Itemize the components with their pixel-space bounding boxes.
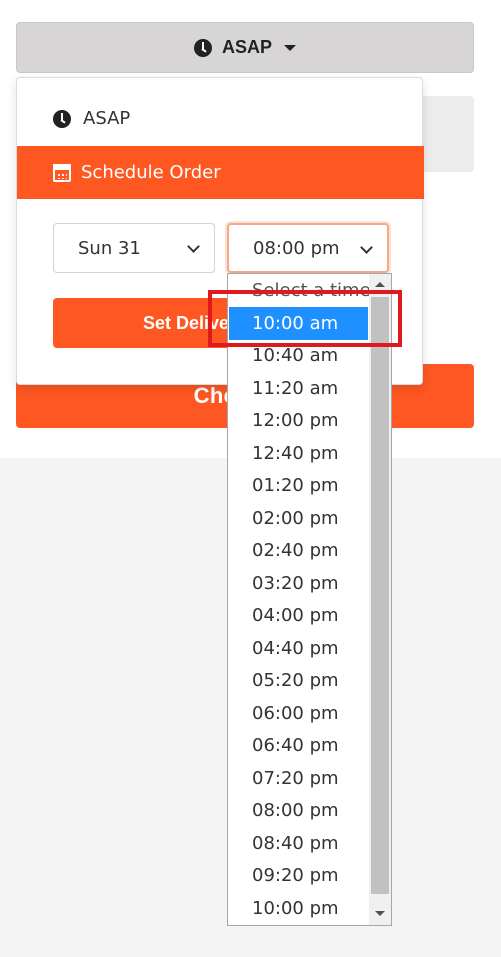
time-option[interactable]: 10:00 am <box>229 307 368 340</box>
time-option[interactable]: 09:20 pm <box>229 859 368 892</box>
time-option[interactable]: 01:20 pm <box>229 469 368 502</box>
time-option[interactable]: 03:20 pm <box>229 567 368 600</box>
scroll-up-icon[interactable] <box>375 282 385 287</box>
calendar-icon <box>53 163 71 182</box>
menu-item-asap[interactable]: ASAP <box>53 108 130 129</box>
time-option[interactable]: 07:20 pm <box>229 762 368 795</box>
chevron-down-icon <box>360 241 373 254</box>
scrollbar-thumb[interactable] <box>371 297 389 894</box>
scroll-down-icon[interactable] <box>375 911 385 916</box>
time-option[interactable]: 02:00 pm <box>229 502 368 535</box>
time-option[interactable]: 10:40 am <box>229 339 368 372</box>
time-option[interactable]: 08:00 pm <box>229 794 368 827</box>
time-option[interactable]: 12:40 pm <box>229 437 368 470</box>
time-options-list[interactable]: Select a time 10:00 am 10:40 am 11:20 am… <box>227 273 392 926</box>
menu-item-schedule-order[interactable]: Schedule Order <box>17 146 424 199</box>
delivery-time-toggle[interactable]: ASAP <box>16 22 474 73</box>
menu-item-schedule-label: Schedule Order <box>81 162 221 183</box>
menu-item-asap-label: ASAP <box>83 108 131 129</box>
delivery-mode-label: ASAP <box>221 37 272 57</box>
time-option[interactable]: 10:00 pm <box>229 892 368 925</box>
background-card <box>420 96 474 172</box>
day-select-value: Sun 31 <box>78 237 141 259</box>
time-option[interactable]: 05:20 pm <box>229 664 368 697</box>
time-select[interactable]: 08:00 pm <box>227 223 389 273</box>
chevron-down-icon <box>187 240 200 253</box>
clock-icon <box>53 109 71 128</box>
time-option[interactable]: 06:00 pm <box>229 697 368 730</box>
time-option[interactable]: 12:00 pm <box>229 404 368 437</box>
time-option-placeholder[interactable]: Select a time <box>229 274 371 307</box>
time-option[interactable]: 08:40 pm <box>229 827 368 860</box>
scrollbar[interactable] <box>369 274 391 925</box>
time-select-value: 08:00 pm <box>253 237 340 259</box>
caret-down-icon <box>284 44 296 51</box>
time-option[interactable]: 06:40 pm <box>229 729 368 762</box>
time-option[interactable]: 04:00 pm <box>229 599 368 632</box>
clock-icon <box>193 38 212 57</box>
day-select[interactable]: Sun 31 <box>53 223 215 273</box>
time-option[interactable]: 04:40 pm <box>229 632 368 665</box>
time-option[interactable]: 11:20 am <box>229 372 368 405</box>
time-option[interactable]: 02:40 pm <box>229 534 368 567</box>
